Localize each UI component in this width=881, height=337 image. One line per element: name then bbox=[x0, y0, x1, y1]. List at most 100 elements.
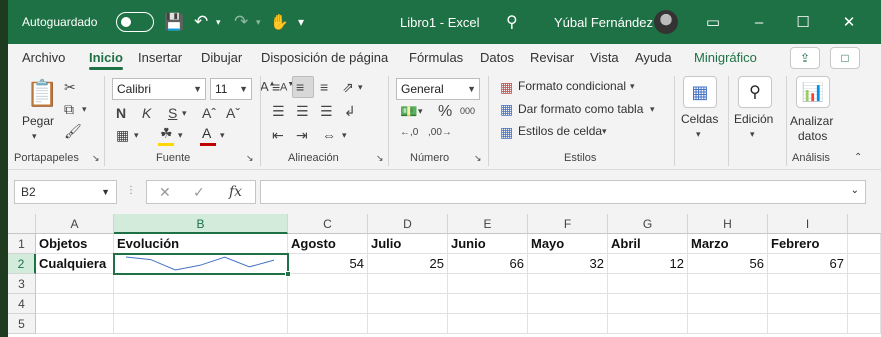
cell-i3[interactable] bbox=[768, 274, 848, 294]
font-color-dropdown-icon[interactable]: ▾ bbox=[220, 131, 225, 140]
column-header-i[interactable]: I bbox=[768, 214, 848, 234]
tab-minigrafico[interactable]: Minigráfico bbox=[694, 44, 757, 72]
save-icon[interactable]: 💾 bbox=[164, 0, 184, 44]
column-header-f[interactable]: F bbox=[528, 214, 608, 234]
clipboard-launcher-icon[interactable]: ↘ bbox=[92, 154, 100, 163]
cell-g1[interactable]: Abril bbox=[608, 234, 688, 254]
copy-dropdown-icon[interactable]: ▾ bbox=[82, 105, 87, 114]
fill-handle[interactable] bbox=[285, 271, 291, 277]
enter-icon[interactable]: ✓ bbox=[193, 185, 205, 199]
tab-archivo[interactable]: Archivo bbox=[22, 44, 65, 72]
tab-vista[interactable]: Vista bbox=[590, 44, 619, 72]
undo-dropdown-icon[interactable]: ▾ bbox=[216, 0, 221, 44]
tab-revisar[interactable]: Revisar bbox=[530, 44, 574, 72]
cell-b1[interactable]: Evolución bbox=[114, 234, 288, 254]
cell-i5[interactable] bbox=[768, 314, 848, 334]
align-bottom-icon[interactable]: ≡ bbox=[320, 80, 328, 94]
merge-dropdown-icon[interactable]: ▾ bbox=[342, 131, 347, 140]
cell-c5[interactable] bbox=[288, 314, 368, 334]
conditional-format-dropdown-icon[interactable]: ▾ bbox=[630, 82, 635, 91]
cell-h4[interactable] bbox=[688, 294, 768, 314]
search-icon[interactable]: ⚲ bbox=[738, 76, 772, 108]
tab-dibujar[interactable]: Dibujar bbox=[201, 44, 242, 72]
format-table-dropdown-icon[interactable]: ▾ bbox=[650, 105, 655, 114]
cell-d1[interactable]: Julio bbox=[368, 234, 448, 254]
cell-d3[interactable] bbox=[368, 274, 448, 294]
cell-d2[interactable]: 25 bbox=[368, 254, 448, 274]
cells-dropdown-icon[interactable]: ▾ bbox=[696, 130, 701, 139]
row-header-1[interactable]: 1 bbox=[8, 234, 36, 254]
cell-g3[interactable] bbox=[608, 274, 688, 294]
tab-datos[interactable]: Datos bbox=[480, 44, 514, 72]
column-header-b[interactable]: B bbox=[114, 214, 288, 234]
cell-b5[interactable] bbox=[114, 314, 288, 334]
bold-button[interactable]: N bbox=[116, 106, 126, 120]
cut-icon[interactable]: ✂ bbox=[64, 80, 76, 94]
analyze-data-line1[interactable]: Analizar bbox=[790, 114, 833, 128]
comments-icon[interactable]: □ bbox=[830, 47, 860, 69]
cell-h1[interactable]: Marzo bbox=[688, 234, 768, 254]
search-icon[interactable]: ⚲ bbox=[506, 0, 518, 44]
cell-styles-button[interactable]: Estilos de celda bbox=[518, 124, 602, 138]
cell-e4[interactable] bbox=[448, 294, 528, 314]
share-icon[interactable]: ⇪ bbox=[790, 47, 820, 69]
paste-dropdown-icon[interactable]: ▾ bbox=[32, 132, 37, 141]
cell-c3[interactable] bbox=[288, 274, 368, 294]
cell-i2[interactable]: 67 bbox=[768, 254, 848, 274]
column-header-d[interactable]: D bbox=[368, 214, 448, 234]
underline-dropdown-icon[interactable]: ▾ bbox=[182, 109, 187, 118]
cell-g2[interactable]: 12 bbox=[608, 254, 688, 274]
formula-input[interactable]: ⌄ bbox=[260, 180, 866, 204]
cell-c2[interactable]: 54 bbox=[288, 254, 368, 274]
number-launcher-icon[interactable]: ↘ bbox=[474, 154, 482, 163]
font-color-icon[interactable]: A bbox=[202, 126, 211, 140]
ribbon-display-icon[interactable]: ▭ bbox=[690, 0, 736, 44]
cell-j1[interactable] bbox=[848, 234, 881, 254]
column-header-e[interactable]: E bbox=[448, 214, 528, 234]
analyze-data-line2[interactable]: datos bbox=[798, 129, 827, 143]
cell-e1[interactable]: Junio bbox=[448, 234, 528, 254]
percent-icon[interactable]: % bbox=[438, 104, 452, 120]
font-size-increase-icon[interactable]: Aˆ bbox=[202, 106, 216, 120]
editing-button[interactable]: Edición bbox=[734, 112, 773, 126]
redo-icon[interactable]: ↷ bbox=[234, 0, 248, 44]
cells-icon[interactable]: ▦ bbox=[683, 76, 717, 108]
thousands-icon[interactable]: 000 bbox=[460, 107, 475, 116]
tab-ayuda[interactable]: Ayuda bbox=[635, 44, 672, 72]
tab-disposicion[interactable]: Disposición de página bbox=[261, 44, 388, 72]
minimize-icon[interactable]: – bbox=[736, 0, 782, 44]
currency-icon[interactable]: 💵 bbox=[400, 104, 417, 118]
cell-b3[interactable] bbox=[114, 274, 288, 294]
column-header-g[interactable]: G bbox=[608, 214, 688, 234]
row-header-4[interactable]: 4 bbox=[8, 294, 36, 314]
insert-function-icon[interactable]: fx bbox=[229, 185, 242, 199]
increase-decimal-icon[interactable]: ←,0 bbox=[400, 128, 418, 138]
cell-d5[interactable] bbox=[368, 314, 448, 334]
cell-h5[interactable] bbox=[688, 314, 768, 334]
paste-label[interactable]: Pegar bbox=[22, 114, 54, 128]
cell-f4[interactable] bbox=[528, 294, 608, 314]
paste-icon[interactable]: 📋 bbox=[26, 80, 58, 106]
cell-a2[interactable]: Cualquiera bbox=[36, 254, 114, 274]
format-table-button[interactable]: Dar formato como tabla bbox=[518, 102, 643, 116]
orientation-dropdown-icon[interactable]: ▾ bbox=[358, 83, 363, 92]
fill-color-icon[interactable]: ☘ bbox=[160, 126, 173, 140]
cell-e5[interactable] bbox=[448, 314, 528, 334]
alignment-launcher-icon[interactable]: ↘ bbox=[376, 154, 384, 163]
row-header-5[interactable]: 5 bbox=[8, 314, 36, 334]
cell-c1[interactable]: Agosto bbox=[288, 234, 368, 254]
cell-a4[interactable] bbox=[36, 294, 114, 314]
borders-dropdown-icon[interactable]: ▾ bbox=[134, 131, 139, 140]
align-top-icon[interactable]: ≡ bbox=[272, 80, 280, 94]
cell-styles-icon[interactable]: ▦ bbox=[500, 125, 513, 139]
currency-dropdown-icon[interactable]: ▾ bbox=[418, 107, 423, 116]
customize-toolbar-icon[interactable]: ▾ bbox=[298, 0, 304, 44]
column-header-h[interactable]: H bbox=[688, 214, 768, 234]
expand-formula-icon[interactable]: ⌄ bbox=[851, 185, 859, 196]
close-icon[interactable]: ✕ bbox=[826, 0, 872, 44]
align-center-icon[interactable]: ☰ bbox=[296, 104, 309, 118]
underline-button[interactable]: S bbox=[168, 106, 177, 120]
analyze-data-icon[interactable]: 📊 bbox=[796, 76, 830, 108]
cell-g4[interactable] bbox=[608, 294, 688, 314]
name-box[interactable]: B2▼ bbox=[14, 180, 117, 204]
